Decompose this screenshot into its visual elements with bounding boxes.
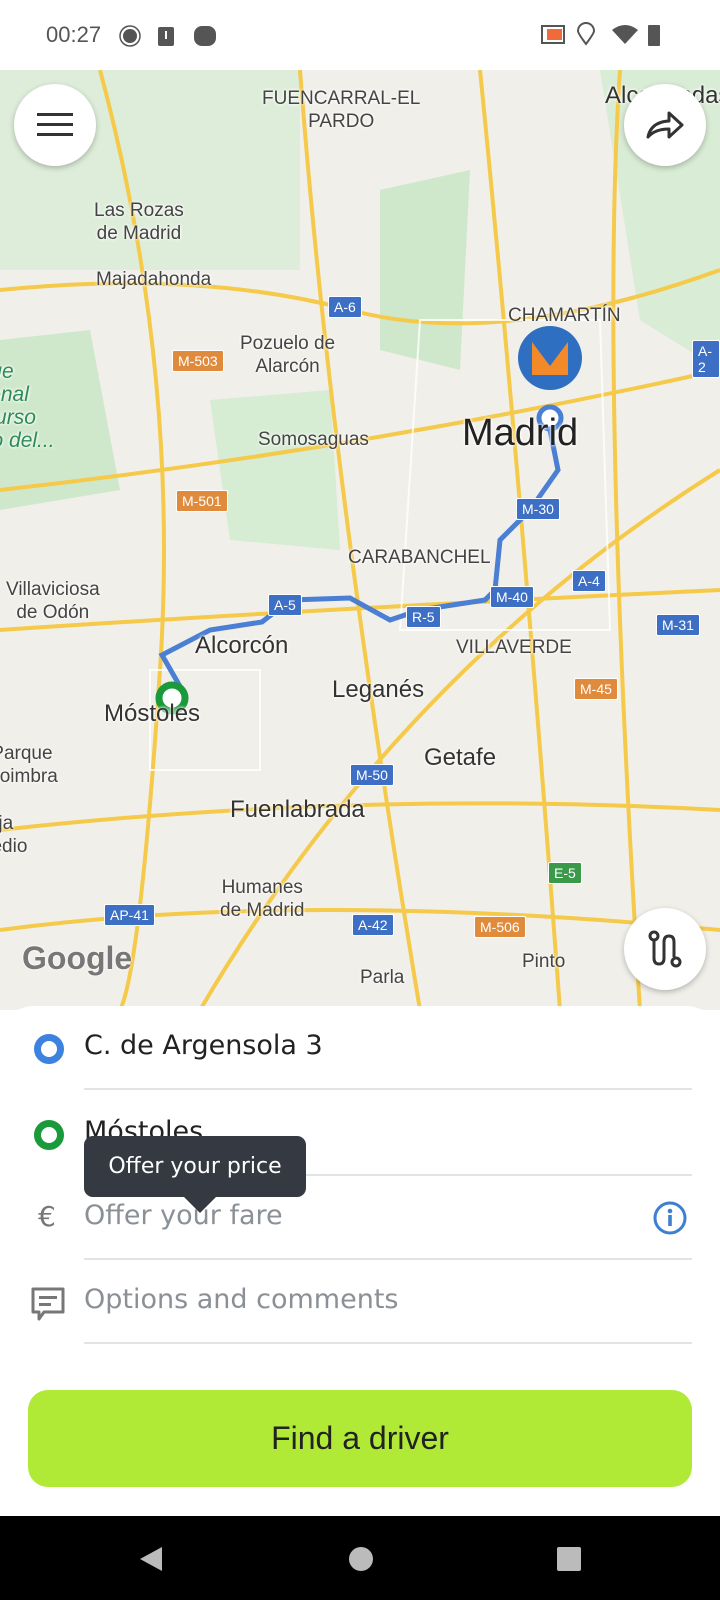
road-shield: M-501	[176, 490, 228, 512]
map-view[interactable]: FUENCARRAL-EL PARDO Alcobendas Las Rozas…	[0, 70, 720, 1010]
map-label: Madrid	[462, 412, 579, 454]
road-shield: M-31	[656, 614, 700, 636]
status-icons-left	[119, 25, 216, 47]
road-shield: A-42	[352, 914, 394, 936]
map-label: Parla	[360, 967, 405, 988]
road-shield: A-5	[268, 594, 302, 616]
google-logo: Google	[22, 940, 133, 976]
pickup-field[interactable]: C. de Argensola 3	[0, 1006, 720, 1090]
map-label: Villaviciosa de Odón	[6, 579, 100, 623]
map-label: Las Rozas de Madrid	[94, 200, 184, 244]
road-shield: A-4	[572, 570, 606, 592]
share-button[interactable]	[624, 84, 706, 166]
road-shield: M-506	[474, 916, 526, 938]
status-icons-right	[541, 22, 660, 46]
menu-icon	[37, 113, 73, 136]
map-label: FUENCARRAL-EL PARDO	[262, 88, 421, 132]
map-label: Móstoles	[104, 700, 201, 727]
tooltip-text: Offer your price	[108, 1154, 282, 1179]
options-field[interactable]: Options and comments	[0, 1260, 720, 1344]
map-label: Pozuelo de Alarcón	[240, 333, 336, 377]
road-shield: M-45	[574, 678, 618, 700]
map-label: VILLAVERDE	[456, 637, 572, 658]
offer-price-tooltip: Offer your price	[84, 1136, 306, 1213]
road-shield: M-50	[350, 764, 394, 786]
euro-icon: €	[38, 1200, 56, 1233]
menu-button[interactable]	[14, 84, 96, 166]
map-label: CARABANCHEL	[348, 547, 491, 568]
map-label: Getafe	[424, 744, 497, 771]
pickup-dot-icon	[34, 1034, 64, 1064]
navigation-bar	[0, 1516, 720, 1600]
comment-icon	[31, 1287, 65, 1321]
map-label: Fuenlabrada	[230, 796, 365, 823]
pickup-address: C. de Argensola 3	[84, 1030, 323, 1061]
status-time: 00:27	[46, 22, 102, 47]
route-button[interactable]	[624, 908, 706, 990]
status-bar: 00:27	[0, 0, 720, 70]
road-shield: M-503	[172, 350, 224, 372]
destination-dot-icon	[34, 1120, 64, 1150]
map-label: Pinto	[522, 951, 566, 972]
home-icon[interactable]	[346, 1544, 376, 1574]
map-label: Leganés	[332, 676, 425, 703]
info-icon[interactable]	[652, 1200, 688, 1236]
map-label: Parque Regional del Curso Medio del...	[0, 360, 55, 452]
road-shield: E-5	[548, 862, 582, 884]
recents-icon[interactable]	[554, 1544, 584, 1574]
route-icon	[648, 930, 682, 968]
map-label: Majadahonda	[96, 269, 212, 290]
map-label: Parque Coimbra	[0, 743, 58, 787]
divider	[84, 1342, 692, 1344]
road-shield: A-2	[692, 340, 720, 378]
map-label: Somosaguas	[258, 429, 369, 450]
road-shield: M-40	[490, 586, 534, 608]
app-logo-marker	[518, 326, 582, 390]
map-label: CHAMARTÍN	[508, 305, 621, 326]
map-label: Humanes de Madrid	[220, 877, 305, 921]
map-label: Alcorcón	[195, 632, 289, 659]
find-driver-button[interactable]: Find a driver	[28, 1390, 692, 1487]
road-shield: A-6	[328, 296, 362, 318]
road-shield: AP-41	[104, 904, 155, 926]
road-shield: M-30	[516, 498, 560, 520]
divider	[84, 1088, 692, 1090]
map-label: Moraleja de Enmedio	[0, 813, 28, 857]
options-placeholder: Options and comments	[84, 1284, 399, 1315]
back-icon[interactable]	[136, 1544, 166, 1574]
share-icon	[646, 111, 684, 139]
road-shield: R-5	[406, 606, 441, 628]
